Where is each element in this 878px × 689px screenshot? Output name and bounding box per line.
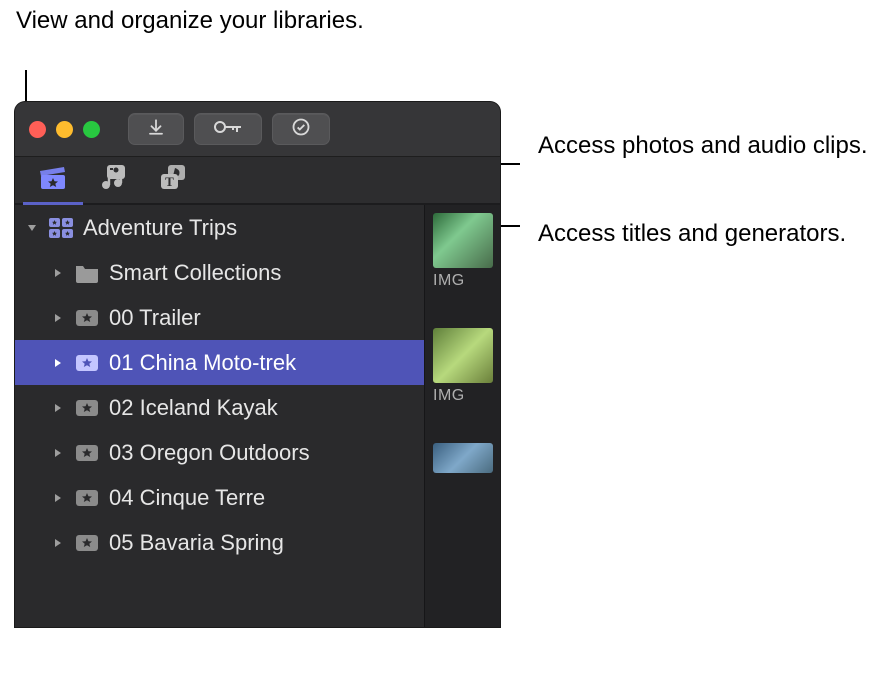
- sidebar-item-label: Smart Collections: [109, 260, 281, 286]
- event-icon: [73, 440, 101, 466]
- clapperboard-star-icon: [38, 163, 68, 196]
- sidebar-item-01-china-moto-trek[interactable]: 01 China Moto-trek: [15, 340, 424, 385]
- disclosure-triangle-right-icon[interactable]: [51, 402, 65, 414]
- titles-generators-tab[interactable]: T: [143, 155, 203, 203]
- sidebar-item-label: 05 Bavaria Spring: [109, 530, 284, 556]
- disclosure-triangle-right-icon[interactable]: [51, 492, 65, 504]
- titlebar: [15, 102, 500, 157]
- window-zoom-button[interactable]: [83, 121, 100, 138]
- library-icon: [47, 215, 75, 241]
- clip-thumbnail-image: [433, 443, 493, 473]
- clip-thumbnail-label: IMG: [433, 383, 493, 405]
- callout-photos-audio: Access photos and audio clips.: [538, 130, 868, 161]
- photos-music-icon: [98, 163, 128, 196]
- libraries-tab[interactable]: [23, 155, 83, 203]
- event-icon: [73, 530, 101, 556]
- sidebar-item-05-bavaria-spring[interactable]: 05 Bavaria Spring: [15, 520, 424, 565]
- window-close-button[interactable]: [29, 121, 46, 138]
- disclosure-triangle-right-icon[interactable]: [51, 267, 65, 279]
- download-icon: [147, 118, 165, 141]
- event-icon: [73, 395, 101, 421]
- active-tab-underline: [23, 202, 83, 205]
- clip-thumbnail-image: [433, 213, 493, 268]
- library-root-row[interactable]: Adventure Trips: [15, 205, 424, 250]
- window-minimize-button[interactable]: [56, 121, 73, 138]
- keyword-button[interactable]: [194, 113, 262, 145]
- app-window: T Adventure Trips: [15, 102, 500, 627]
- disclosure-triangle-right-icon[interactable]: [51, 312, 65, 324]
- sidebar-tab-bar: T: [15, 157, 500, 205]
- sidebar-item-smart-collections[interactable]: Smart Collections: [15, 250, 424, 295]
- event-icon: [73, 305, 101, 331]
- sidebar-item-label: 00 Trailer: [109, 305, 201, 331]
- clip-thumbnail-label: IMG: [433, 268, 493, 290]
- sidebar-item-03-oregon-outdoors[interactable]: 03 Oregon Outdoors: [15, 430, 424, 475]
- disclosure-triangle-right-icon[interactable]: [51, 447, 65, 459]
- clip-thumbnail[interactable]: IMG: [433, 213, 493, 288]
- sidebar-item-label: 02 Iceland Kayak: [109, 395, 278, 421]
- sidebar-item-02-iceland-kayak[interactable]: 02 Iceland Kayak: [15, 385, 424, 430]
- sidebar-item-00-trailer[interactable]: 00 Trailer: [15, 295, 424, 340]
- sidebar-item-label: 03 Oregon Outdoors: [109, 440, 310, 466]
- clip-thumbnail-image: [433, 328, 493, 383]
- main-area: Adventure Trips Smart Collections 00 Tra…: [15, 205, 500, 627]
- disclosure-triangle-right-icon[interactable]: [51, 357, 65, 369]
- disclosure-triangle-right-icon[interactable]: [51, 537, 65, 549]
- clip-thumbnail[interactable]: [433, 443, 493, 518]
- callout-libraries: View and organize your libraries.: [16, 5, 364, 36]
- photos-audio-tab[interactable]: [83, 155, 143, 203]
- checkmark-circle-icon: [291, 117, 311, 142]
- event-icon: [73, 350, 101, 376]
- sidebar-item-label: 04 Cinque Terre: [109, 485, 265, 511]
- sidebar-item-label: 01 China Moto-trek: [109, 350, 296, 376]
- traffic-lights: [29, 121, 100, 138]
- key-icon: [213, 119, 243, 140]
- library-name-label: Adventure Trips: [83, 215, 237, 241]
- sidebar-item-04-cinque-terre[interactable]: 04 Cinque Terre: [15, 475, 424, 520]
- library-sidebar: Adventure Trips Smart Collections 00 Tra…: [15, 205, 425, 627]
- background-tasks-button[interactable]: [272, 113, 330, 145]
- svg-text:T: T: [165, 174, 174, 189]
- titles-icon: T: [158, 163, 188, 196]
- callout-titles-generators: Access titles and generators.: [538, 218, 846, 249]
- folder-icon: [73, 260, 101, 286]
- event-icon: [73, 485, 101, 511]
- clip-thumbnail[interactable]: IMG: [433, 328, 493, 403]
- clip-browser: IMG IMG: [425, 205, 500, 627]
- import-button[interactable]: [128, 113, 184, 145]
- disclosure-triangle-down-icon[interactable]: [25, 222, 39, 234]
